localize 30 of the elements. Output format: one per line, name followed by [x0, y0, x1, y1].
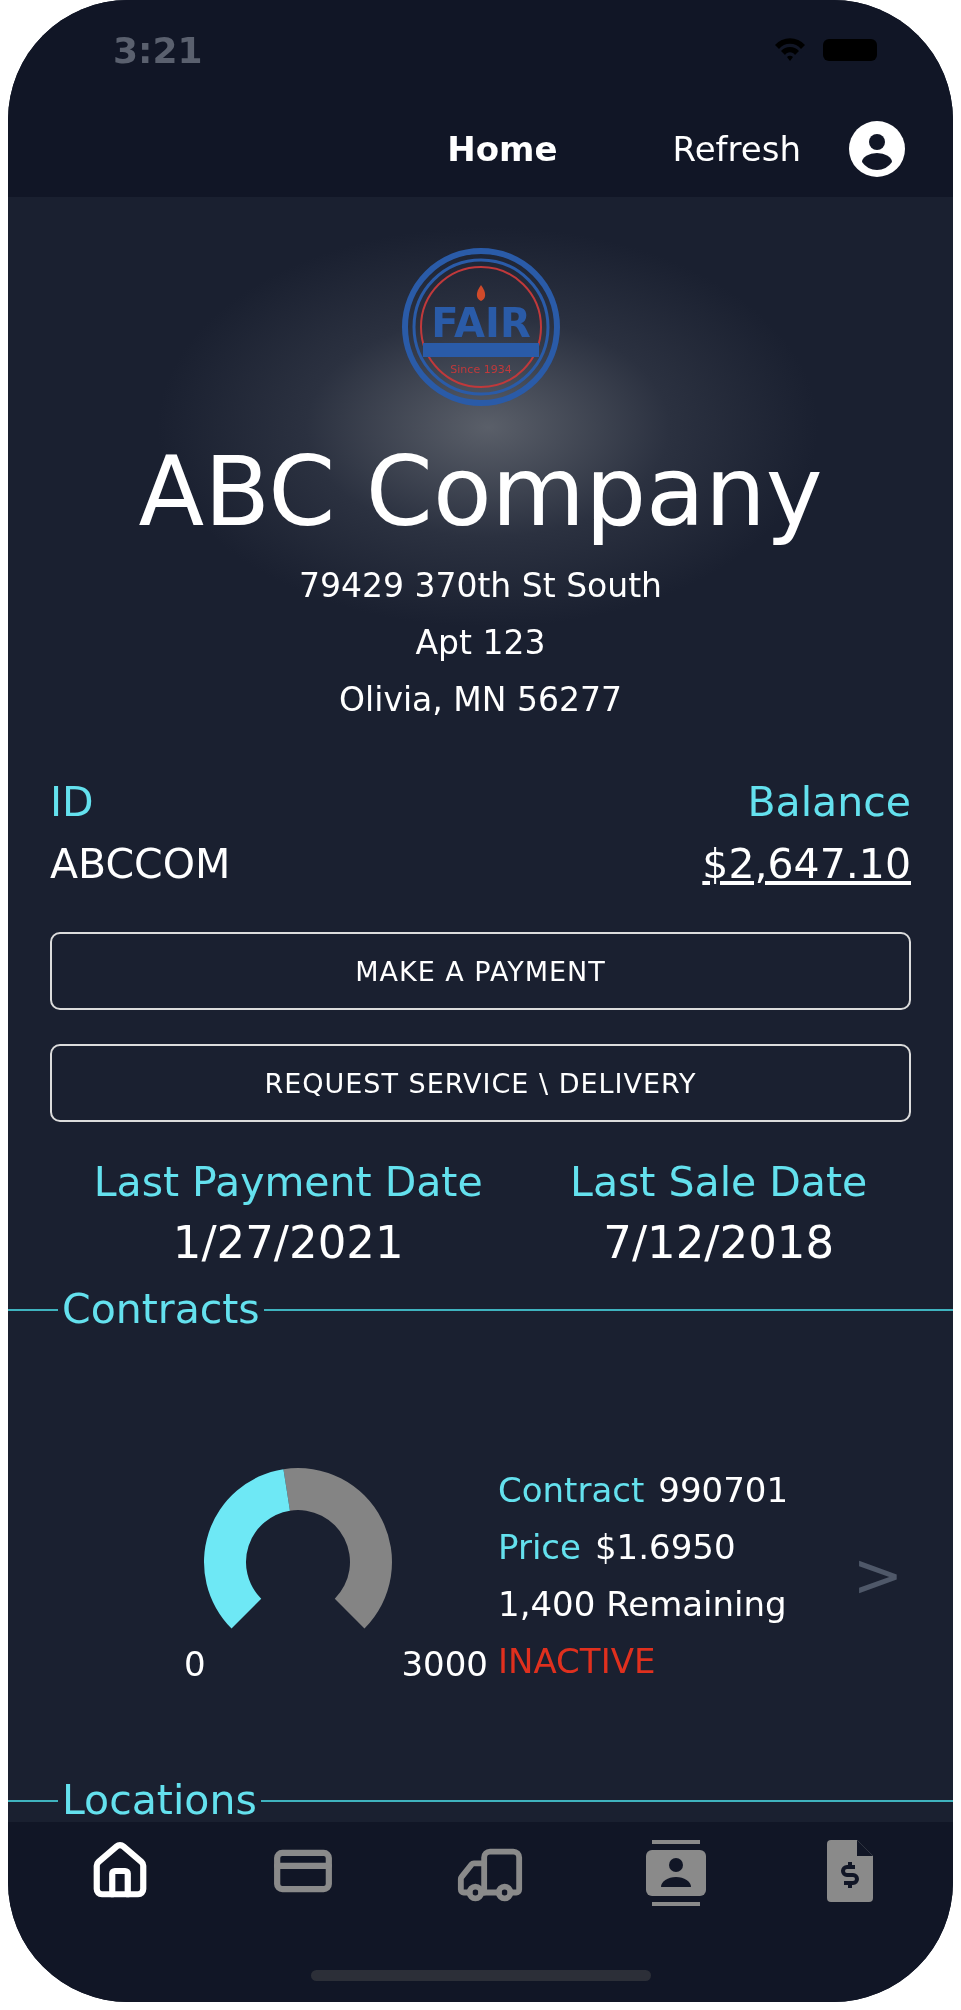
nav-link[interactable]: Refresh: [672, 128, 801, 169]
make-payment-button[interactable]: MAKE A PAYMENT: [50, 932, 911, 1011]
gauge-min: 0: [184, 1644, 207, 1685]
date-value: 1/27/2021: [172, 1216, 404, 1270]
remaining-text: 1,400 Remaining: [498, 1583, 788, 1624]
nav-link[interactable]: Home: [447, 128, 558, 169]
date-value: 7/12/2018: [603, 1216, 835, 1270]
date-label: Last Payment Date: [93, 1158, 483, 1207]
address-line: 79429 370th St South: [298, 565, 663, 608]
contact-card-icon: [645, 1840, 706, 1906]
id-label: ID: [50, 778, 94, 827]
balance-link[interactable]: $2,647.10: [702, 840, 911, 889]
user-avatar-icon[interactable]: [849, 120, 905, 177]
contract-status: INACTIVE: [498, 1640, 657, 1681]
request-service-button[interactable]: REQUEST SERVICE \ DELIVERY: [50, 1044, 911, 1123]
contract-number: 990701: [658, 1469, 789, 1510]
gauge-max: 3000: [401, 1644, 488, 1685]
address-line: Olivia, MN 56277: [339, 679, 622, 722]
dollar-document-icon: [826, 1840, 873, 1902]
account-id: ABCCOM: [50, 840, 231, 889]
contract-label: Contract: [498, 1469, 645, 1510]
balance-label: Balance: [747, 778, 911, 827]
section-title: Locations: [61, 1780, 258, 1822]
section-title: Contracts: [61, 1289, 261, 1331]
date-label: Last Sale Date: [570, 1158, 868, 1207]
price-value: $1.6950: [594, 1526, 736, 1567]
company-name: ABC Company: [138, 437, 823, 548]
status-time: 3:21: [113, 29, 203, 71]
price-label: Price: [498, 1526, 581, 1567]
address-line: Apt 123: [415, 622, 546, 665]
